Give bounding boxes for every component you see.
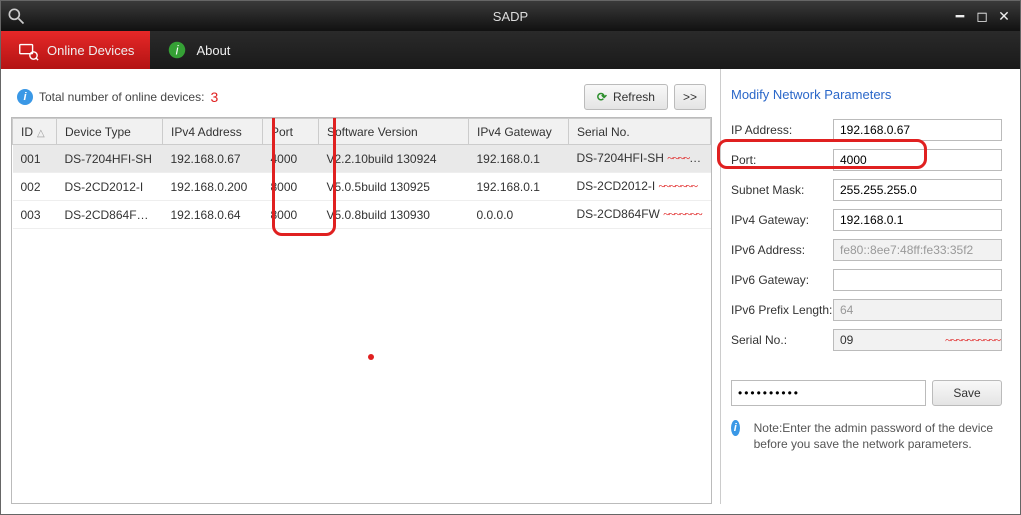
gateway-input[interactable] [833,209,1002,231]
more-button[interactable]: >> [674,84,706,110]
redacted-icon: ~~~~~~~ [659,179,697,193]
redacted-icon: ~~~~~~~ [663,207,701,221]
maximize-button[interactable]: ◻ [974,8,990,24]
app-window: SADP ━ ◻ ✕ Online Devices i About i Tota… [0,0,1021,515]
col-port[interactable]: Port [263,119,319,145]
password-input[interactable] [731,380,926,406]
device-table: ID△ Device Type IPv4 Address Port Softwa… [12,118,711,229]
field-port: Port: [731,146,1002,174]
total-devices-label: Total number of online devices: [39,90,204,104]
tab-bar: Online Devices i About [1,31,1020,69]
redacted-icon: ~~~~~~~ [667,151,705,165]
info-badge-icon: i [731,420,740,436]
field-subnet: Subnet Mask: [731,176,1002,204]
col-ipv4[interactable]: IPv4 Address [163,119,263,145]
annotation-dot [368,354,374,360]
tab-online-devices[interactable]: Online Devices [1,31,150,69]
ipv6-prefix-input [833,299,1002,321]
info-icon: i [166,39,188,61]
col-gateway[interactable]: IPv4 Gateway [469,119,569,145]
field-ip: IP Address: [731,116,1002,144]
title-bar: SADP ━ ◻ ✕ [1,1,1020,31]
col-device-type[interactable]: Device Type [57,119,163,145]
tab-label: Online Devices [47,43,134,58]
note-text: Note:Enter the admin password of the dev… [754,420,1002,452]
col-software[interactable]: Software Version [319,119,469,145]
devices-icon [17,39,39,61]
left-panel: i Total number of online devices: 3 ⟳ Re… [11,69,712,504]
ip-input[interactable] [833,119,1002,141]
save-button[interactable]: Save [932,380,1002,406]
note-row: i Note:Enter the admin password of the d… [731,420,1002,452]
col-id[interactable]: ID△ [13,119,57,145]
col-serial[interactable]: Serial No. [569,119,711,145]
table-header-row: ID△ Device Type IPv4 Address Port Softwa… [13,119,711,145]
table-row[interactable]: 002DS-2CD2012-I192.168.0.2008000V5.0.5bu… [13,173,711,201]
minimize-button[interactable]: ━ [952,8,968,24]
refresh-button[interactable]: ⟳ Refresh [584,84,668,110]
redacted-icon: ~~~~~~~~~~ [945,333,1000,348]
app-icon [1,1,31,31]
device-table-wrap: ID△ Device Type IPv4 Address Port Softwa… [11,117,712,504]
field-ipv6: IPv6 Address: [731,236,1002,264]
ipv6-input [833,239,1002,261]
tab-about[interactable]: i About [150,31,246,69]
close-button[interactable]: ✕ [996,8,1012,24]
body: i Total number of online devices: 3 ⟳ Re… [1,69,1020,514]
sort-asc-icon: △ [37,128,45,139]
info-badge-icon: i [17,89,33,105]
subnet-input[interactable] [833,179,1002,201]
ipv6-gateway-input[interactable] [833,269,1002,291]
total-devices-count: 3 [210,89,218,105]
password-row: Save [731,380,1002,406]
field-ipv6plen: IPv6 Prefix Length: [731,296,1002,324]
window-controls: ━ ◻ ✕ [952,8,1020,24]
table-row[interactable]: 001DS-7204HFI-SH192.168.0.674000V2.2.10b… [13,145,711,173]
top-info-row: i Total number of online devices: 3 ⟳ Re… [11,77,712,117]
right-panel-title: Modify Network Parameters [731,87,1002,102]
right-panel: Modify Network Parameters IP Address: Po… [720,69,1010,504]
field-gateway: IPv4 Gateway: [731,206,1002,234]
field-ipv6gw: IPv6 Gateway: [731,266,1002,294]
field-serial: Serial No.: ~~~~~~~~~~ [731,326,1002,354]
refresh-icon: ⟳ [597,90,607,104]
port-input[interactable] [833,149,1002,171]
table-row[interactable]: 003DS-2CD864FW...192.168.0.648000V5.0.8b… [13,201,711,229]
app-title: SADP [493,9,528,24]
tab-label: About [196,43,230,58]
